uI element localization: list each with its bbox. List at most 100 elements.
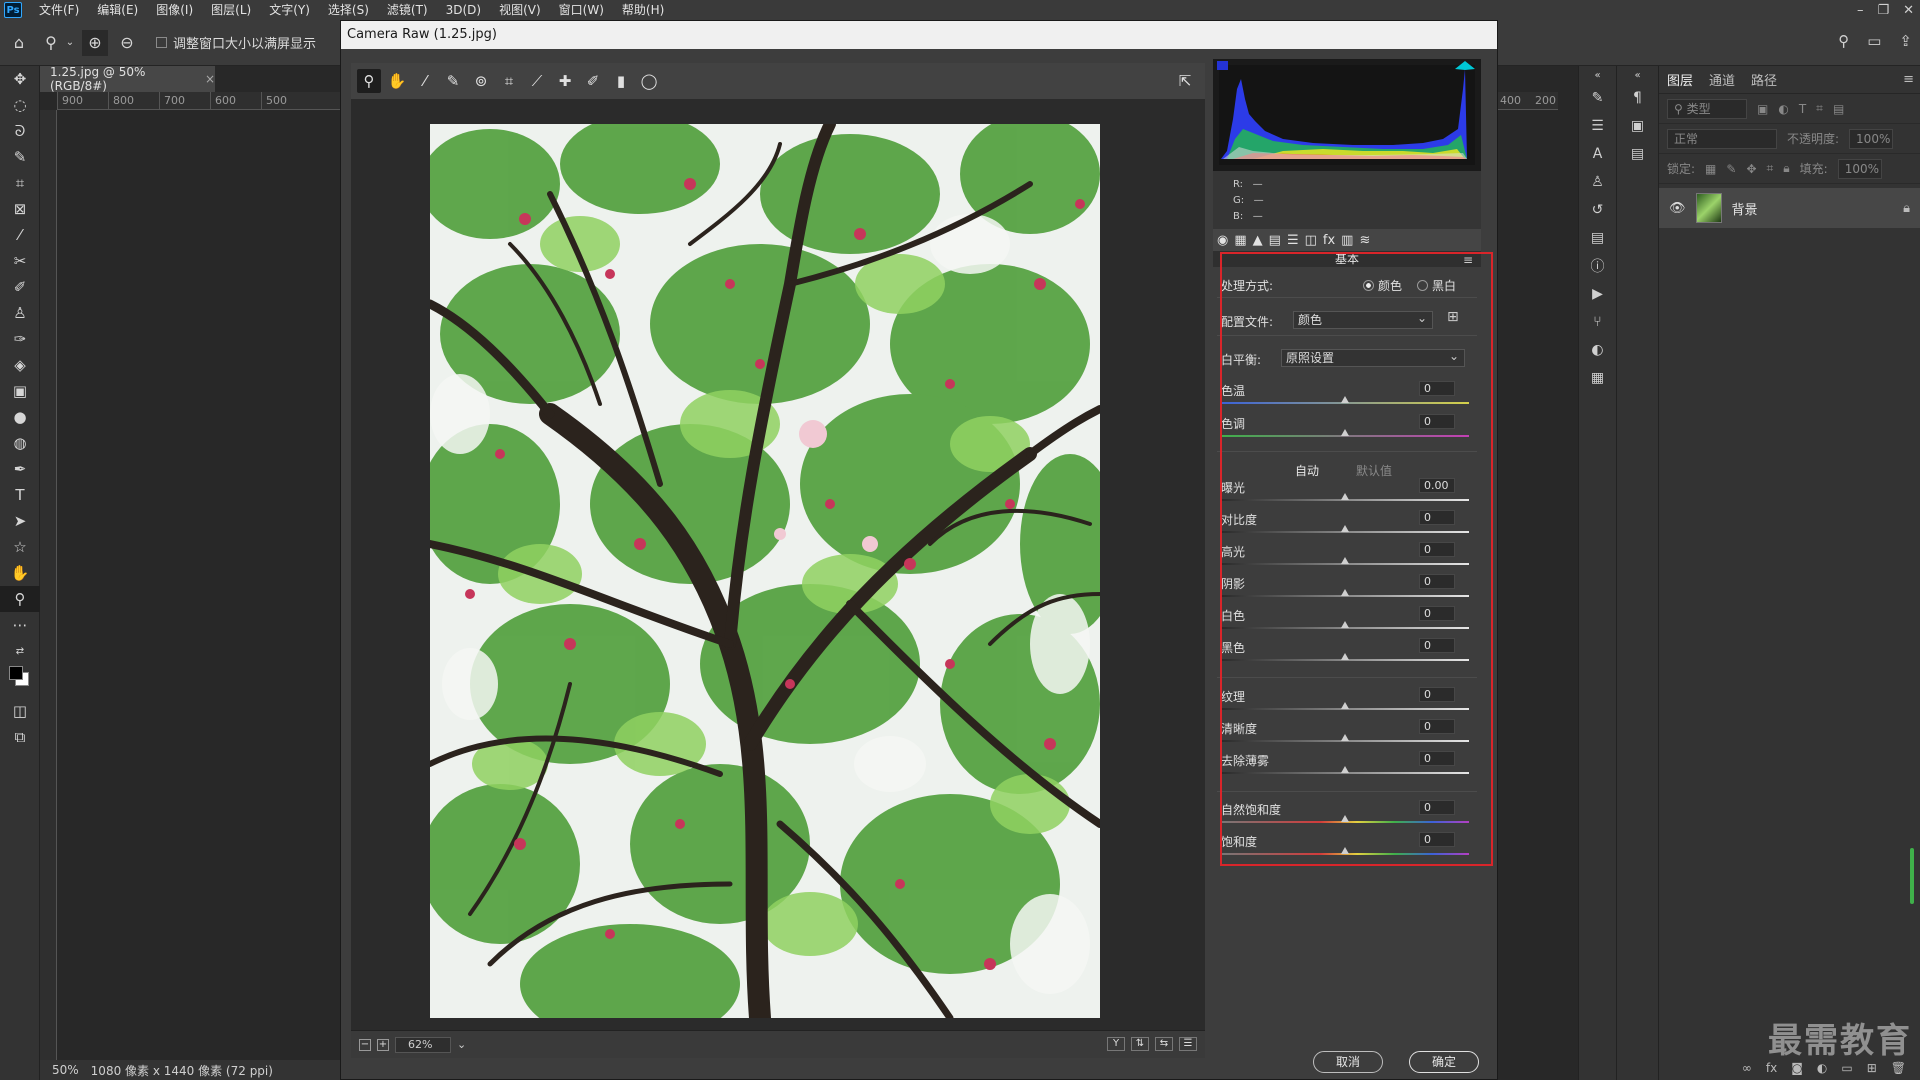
radial-filter-icon[interactable]: ◯	[637, 69, 661, 93]
opacity-input[interactable]: 100%	[1849, 128, 1894, 149]
brush-tool-icon[interactable]: ✐	[0, 274, 40, 300]
pen-tool-icon[interactable]: ✒	[0, 456, 40, 482]
properties-icon[interactable]: ▣	[1617, 112, 1658, 140]
menu-type[interactable]: 文字(Y)	[260, 0, 319, 20]
zoom-level-select[interactable]: 62%	[395, 1036, 451, 1053]
lens-corrections-icon[interactable]: ◫	[1305, 233, 1317, 248]
quick-select-tool-icon[interactable]: ✎	[0, 144, 40, 170]
menu-file[interactable]: 文件(F)	[30, 0, 88, 20]
marquee-tool-icon[interactable]: ◌	[0, 92, 40, 118]
layer-row-background[interactable]: 👁︎ 背景 🔒︎	[1659, 188, 1920, 228]
ok-button[interactable]: 确定	[1409, 1051, 1479, 1073]
color-swatches-icon[interactable]	[0, 664, 40, 690]
menu-3d[interactable]: 3D(D)	[437, 0, 490, 20]
hand-tool-icon[interactable]: ✋	[0, 560, 40, 586]
collapse-panels-icon[interactable]: «	[1617, 66, 1658, 84]
hsl-icon[interactable]: ▤	[1269, 233, 1281, 248]
lock-paint-icon[interactable]: ✎	[1726, 162, 1736, 176]
notes-icon[interactable]: ▤	[1617, 140, 1658, 168]
lasso-tool-icon[interactable]: ᘐ	[0, 118, 40, 144]
frame-tool-icon[interactable]: ⊠	[0, 196, 40, 222]
color-icon[interactable]: ◐	[1579, 336, 1616, 364]
close-icon[interactable]: ✕	[1903, 3, 1914, 18]
menu-help[interactable]: 帮助(H)	[613, 0, 673, 20]
move-tool-icon[interactable]: ✥	[0, 66, 40, 92]
eraser-tool-icon[interactable]: ◈	[0, 352, 40, 378]
swap-before-after-icon[interactable]: ⇅	[1131, 1037, 1149, 1051]
shape-tool-icon[interactable]: ☆	[0, 534, 40, 560]
zoom-in-button[interactable]: +	[377, 1038, 389, 1051]
clone-source-icon[interactable]: ♙	[1579, 168, 1616, 196]
screen-mode-icon[interactable]: ⧉	[0, 724, 40, 750]
white-balance-tool-icon[interactable]: ⁄	[413, 69, 437, 93]
share-icon[interactable]: ⇪	[1899, 32, 1912, 50]
healing-tool-icon[interactable]: ✂	[0, 248, 40, 274]
paths-icon[interactable]: ⑂	[1579, 308, 1616, 336]
layer-filter-select[interactable]: ⚲ 类型	[1667, 98, 1747, 119]
path-select-tool-icon[interactable]: ➤	[0, 508, 40, 534]
tab-layers[interactable]: 图层	[1667, 70, 1693, 89]
tab-paths[interactable]: 路径	[1751, 70, 1777, 89]
graduated-filter-icon[interactable]: ▮	[609, 69, 633, 93]
status-zoom[interactable]: 50%	[52, 1063, 79, 1077]
menu-filter[interactable]: 滤镜(T)	[378, 0, 437, 20]
crop-tool-icon[interactable]: ⌗	[0, 170, 40, 196]
history-brush-icon[interactable]: ✑	[0, 326, 40, 352]
character-icon[interactable]: A	[1579, 140, 1616, 168]
collapse-panels-icon[interactable]: «	[1579, 66, 1616, 84]
filter-type-icon[interactable]: T	[1799, 102, 1806, 116]
chevron-down-icon[interactable]: ⌄	[457, 1038, 466, 1051]
adjustments-icon[interactable]: ☰	[1579, 112, 1616, 140]
open-preferences-icon[interactable]: ⇱	[1173, 69, 1197, 93]
menu-select[interactable]: 选择(S)	[319, 0, 378, 20]
tone-curve-icon[interactable]: ▦	[1234, 233, 1246, 248]
filter-adjust-icon[interactable]: ◐	[1778, 102, 1788, 116]
before-after-view-icon[interactable]: Y	[1107, 1037, 1125, 1051]
history-icon[interactable]: ↺	[1579, 196, 1616, 224]
color-sampler-tool-icon[interactable]: ✎	[441, 69, 465, 93]
lock-all-icon[interactable]: 🔒︎	[1783, 161, 1789, 176]
zoom-tool-icon[interactable]: ⚲	[357, 69, 381, 93]
more-tools-icon[interactable]: ⋯	[0, 612, 40, 638]
new-layer-icon[interactable]: ⊞	[1867, 1061, 1877, 1075]
filter-shape-icon[interactable]: ⌗	[1816, 101, 1823, 116]
adjustment-layer-icon[interactable]: ◐	[1817, 1061, 1827, 1075]
add-mask-icon[interactable]: ◙	[1791, 1061, 1803, 1075]
menu-view[interactable]: 视图(V)	[490, 0, 550, 20]
swatches-icon[interactable]: ▦	[1579, 364, 1616, 392]
brush-settings-icon[interactable]: ✎	[1579, 84, 1616, 112]
eyedropper-tool-icon[interactable]: ⁄	[0, 222, 40, 248]
lock-artboard-icon[interactable]: ⌗	[1767, 161, 1774, 176]
restore-icon[interactable]: ❐	[1877, 3, 1889, 18]
menu-edit[interactable]: 编辑(E)	[88, 0, 147, 20]
effects-icon[interactable]: fx	[1323, 233, 1335, 248]
link-layers-icon[interactable]: ∞	[1742, 1061, 1752, 1075]
dodge-tool-icon[interactable]: ◍	[0, 430, 40, 456]
filter-smart-icon[interactable]: ▤	[1833, 102, 1844, 116]
detail-icon[interactable]: ▲	[1253, 233, 1263, 248]
info-icon[interactable]: ⓘ	[1579, 252, 1616, 280]
resize-windows-checkbox[interactable]	[156, 37, 167, 48]
targeted-adjust-icon[interactable]: ⊚	[469, 69, 493, 93]
blur-tool-icon[interactable]: ●	[0, 404, 40, 430]
basic-panel-icon[interactable]: ◉	[1217, 233, 1228, 248]
filter-pixel-icon[interactable]: ▣	[1757, 102, 1768, 116]
crop-tool-icon[interactable]: ⌗	[497, 69, 521, 93]
zoom-tool-icon[interactable]: ⚲	[38, 30, 64, 56]
zoom-out-icon[interactable]: ⊖	[114, 30, 140, 56]
presets-icon[interactable]: ≋	[1359, 233, 1370, 248]
chevron-down-icon[interactable]: ⌄	[64, 30, 76, 56]
cancel-button[interactable]: 取消	[1313, 1051, 1383, 1073]
minimize-icon[interactable]: –	[1857, 3, 1864, 18]
quick-mask-icon[interactable]: ◫	[0, 698, 40, 724]
zoom-out-button[interactable]: −	[359, 1038, 371, 1051]
adjustment-brush-icon[interactable]: ✐	[581, 69, 605, 93]
delete-layer-icon[interactable]: 🗑︎	[1891, 1061, 1906, 1075]
split-toning-icon[interactable]: ☰	[1287, 233, 1299, 248]
visibility-eye-icon[interactable]: 👁︎	[1669, 201, 1686, 216]
toggle-settings-icon[interactable]: ☰	[1179, 1037, 1197, 1051]
stamp-tool-icon[interactable]: ♙	[0, 300, 40, 326]
gradient-tool-icon[interactable]: ▣	[0, 378, 40, 404]
workspace-icon[interactable]: ▭	[1867, 32, 1881, 50]
paragraph-icon[interactable]: ¶	[1617, 84, 1658, 112]
